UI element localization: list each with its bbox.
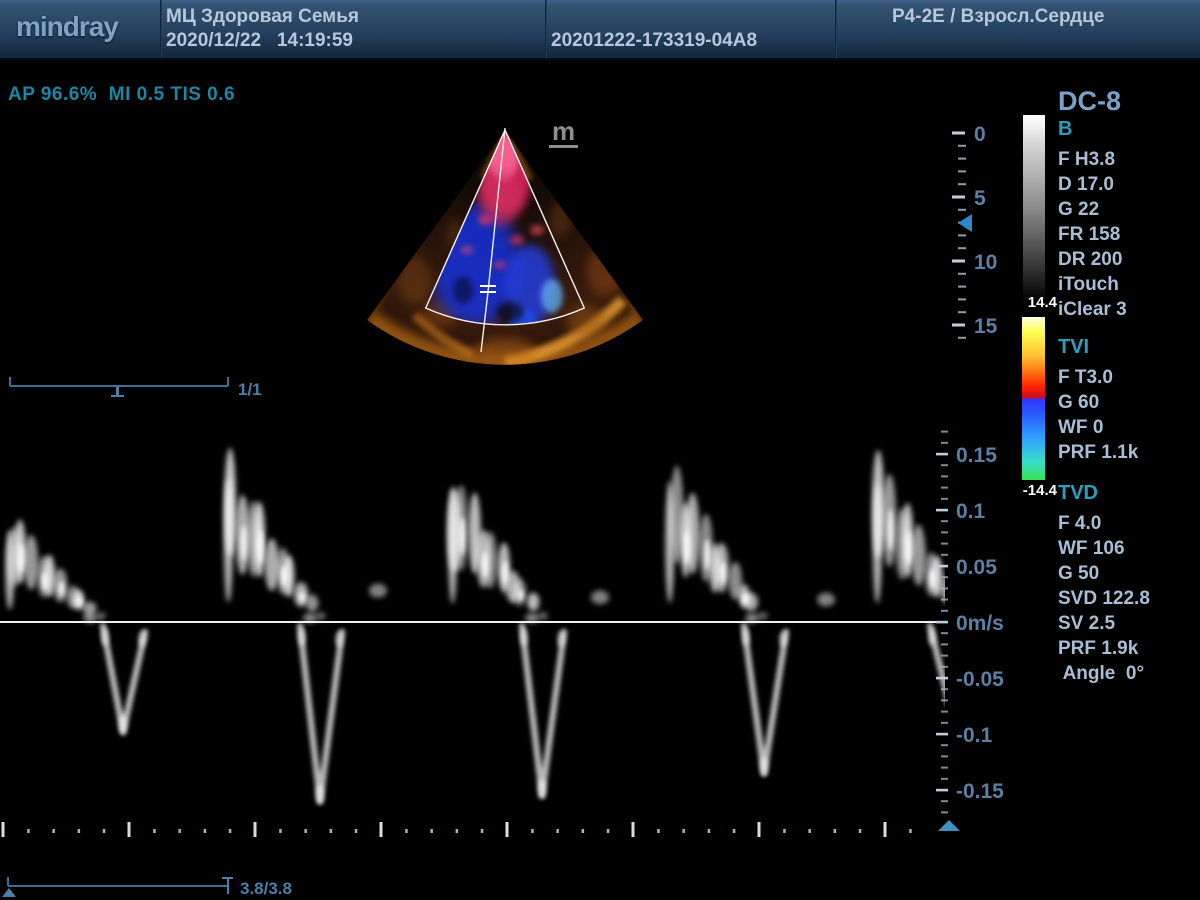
doppler-baseline bbox=[0, 621, 945, 623]
system-model: DC-8 bbox=[1058, 86, 1121, 117]
image-scale-label: 1/1 bbox=[238, 380, 262, 399]
depth-label: 15 bbox=[974, 315, 998, 338]
param-line: WF 106 bbox=[1058, 536, 1200, 561]
b-mode-image[interactable] bbox=[355, 100, 675, 375]
sweep-scale-widget: 3.8/3.8 bbox=[2, 877, 292, 898]
orientation-marker: m bbox=[549, 118, 578, 148]
velocity-label: -0.1 bbox=[956, 724, 993, 747]
velocity-label: -0.15 bbox=[956, 780, 1004, 803]
param-line: WF 0 bbox=[1058, 415, 1200, 440]
velocity-label: -0.05 bbox=[956, 668, 1004, 691]
ultrasound-screen: mindray МЦ Здоровая Семья 2020/12/22 14:… bbox=[0, 0, 1200, 900]
focus-marker[interactable] bbox=[958, 214, 972, 232]
tvi-mode-title: TVI bbox=[1058, 336, 1200, 359]
acoustic-power-status: AP 96.6% MI 0.5 TIS 0.6 bbox=[8, 84, 235, 106]
exam-id: 20201222-173319-04A8 bbox=[551, 30, 757, 52]
header-divider bbox=[160, 0, 162, 58]
tvi-params: F T3.0G 60WF 0PRF 1.1k bbox=[1058, 365, 1200, 465]
b-mode-title: B bbox=[1058, 118, 1200, 141]
color-scale-bar bbox=[1022, 317, 1045, 480]
depth-label: 0 bbox=[974, 123, 986, 146]
param-line: DR 200 bbox=[1058, 247, 1200, 272]
probe-preset: P4-2E / Взросл.Сердце bbox=[892, 6, 1104, 28]
param-line: F T3.0 bbox=[1058, 365, 1200, 390]
spectral-doppler-trace[interactable] bbox=[0, 425, 945, 835]
depth-label: 5 bbox=[974, 187, 986, 210]
velocity-label: 0m/s bbox=[956, 612, 1004, 635]
param-line: PRF 1.1k bbox=[1058, 440, 1200, 465]
param-line: SVD 122.8 bbox=[1058, 586, 1200, 611]
param-line: G 60 bbox=[1058, 390, 1200, 415]
param-line: D 17.0 bbox=[1058, 172, 1200, 197]
param-line: FR 158 bbox=[1058, 222, 1200, 247]
velocity-label: 0.15 bbox=[956, 444, 997, 467]
exam-datetime: 2020/12/22 14:19:59 bbox=[166, 30, 353, 52]
header-divider bbox=[545, 0, 547, 58]
mindray-logo: mindray bbox=[16, 11, 118, 43]
sweep-scale-label: 3.8/3.8 bbox=[240, 879, 292, 898]
tvd-mode-title: TVD bbox=[1058, 482, 1200, 505]
header-divider bbox=[835, 0, 837, 58]
b-mode-params: F H3.8D 17.0G 22FR 158DR 200iTouchiClear… bbox=[1058, 147, 1200, 322]
depth-label: 10 bbox=[974, 251, 997, 274]
param-line: Angle 0° bbox=[1058, 661, 1200, 686]
color-scale-max: 14.4 bbox=[1005, 294, 1057, 311]
velocity-label: 0.05 bbox=[956, 556, 997, 579]
velocity-axis: 0.15 0.1 0.05 0m/s -0.05 -0.1 -0.15 bbox=[936, 431, 1004, 831]
color-scale-min: -14.4 bbox=[1000, 482, 1057, 499]
grayscale-bar bbox=[1023, 115, 1045, 301]
clinic-name: МЦ Здоровая Семья bbox=[166, 6, 359, 28]
param-line: G 22 bbox=[1058, 197, 1200, 222]
param-line: G 50 bbox=[1058, 561, 1200, 586]
image-scale-widget: 1/1 bbox=[9, 377, 262, 399]
depth-scale: 0 5 10 15 bbox=[952, 123, 998, 339]
param-line: F 4.0 bbox=[1058, 511, 1200, 536]
header-bar: mindray МЦ Здоровая Семья 2020/12/22 14:… bbox=[0, 0, 1200, 60]
param-line: iTouch bbox=[1058, 272, 1200, 297]
param-line: iClear 3 bbox=[1058, 297, 1200, 322]
param-line: F H3.8 bbox=[1058, 147, 1200, 172]
velocity-label: 0.1 bbox=[956, 500, 986, 523]
tvd-params: F 4.0WF 106G 50SVD 122.8SV 2.5PRF 1.9k A… bbox=[1058, 511, 1200, 686]
param-line: PRF 1.9k bbox=[1058, 636, 1200, 661]
param-line: SV 2.5 bbox=[1058, 611, 1200, 636]
